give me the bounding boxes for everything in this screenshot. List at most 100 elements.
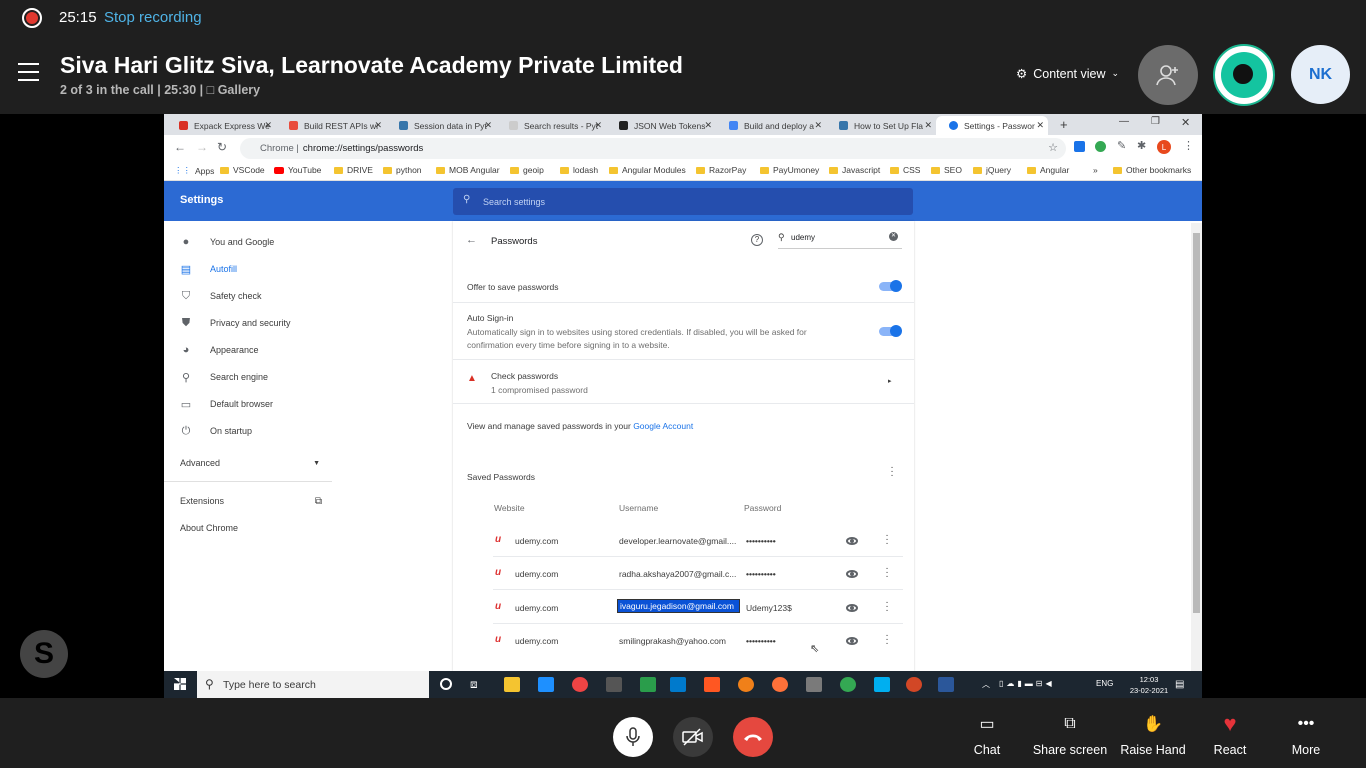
kebab-menu-icon[interactable]: · · ·	[885, 631, 889, 649]
bookmark-apps[interactable]: ⋮⋮ Apps	[174, 165, 214, 176]
close-icon[interactable]: ✕	[1036, 120, 1044, 131]
word-icon[interactable]	[938, 677, 954, 692]
eye-off-icon[interactable]	[846, 604, 858, 612]
browser-tab[interactable]: Build REST APIs wi ✕	[276, 116, 386, 135]
share-screen-button[interactable]: ⧉ Share screen	[1030, 712, 1110, 757]
browser-tab[interactable]: Expack Express We ✕	[166, 116, 276, 135]
close-icon[interactable]: ✕	[264, 120, 272, 131]
eye-icon[interactable]	[846, 537, 858, 545]
bookmark-item[interactable]: lodash	[560, 165, 598, 175]
back-icon[interactable]: ←	[174, 140, 186, 154]
forward-icon[interactable]: →	[196, 140, 208, 154]
menu-icon[interactable]	[18, 63, 39, 81]
kebab-menu-icon[interactable]: · · ·	[890, 463, 894, 481]
browser-tab[interactable]: Session data in Pyt ✕	[386, 116, 496, 135]
app-icon[interactable]	[806, 677, 822, 692]
app-icon[interactable]	[640, 677, 656, 692]
browser-tab[interactable]: Search results - Pyt ✕	[496, 116, 606, 135]
language-indicator[interactable]: ENG	[1096, 679, 1113, 688]
kebab-menu-icon[interactable]: · · ·	[885, 598, 889, 616]
help-icon[interactable]: ?	[751, 234, 763, 246]
sidebar-about-chrome[interactable]: About Chrome	[180, 523, 238, 533]
raise-hand-button[interactable]: ✋ Raise Hand	[1118, 712, 1188, 757]
add-participant-button[interactable]	[1138, 45, 1198, 105]
cortana-icon[interactable]	[440, 678, 452, 690]
eye-icon[interactable]	[846, 570, 858, 578]
close-icon[interactable]: ✕	[484, 120, 492, 131]
restore-icon[interactable]: ❐	[1151, 116, 1160, 127]
scrollbar[interactable]	[1191, 223, 1202, 671]
participant-avatar-nk[interactable]: NK	[1291, 45, 1350, 104]
star-icon[interactable]: ☆	[1048, 141, 1058, 154]
browser-tab-active[interactable]: Settings - Passwor ✕	[936, 116, 1048, 135]
close-icon[interactable]: ✕	[924, 120, 932, 131]
browser-tab[interactable]: Build and deploy a ✕	[716, 116, 826, 135]
video-toggle-button[interactable]	[673, 717, 713, 757]
sidebar-item-privacy[interactable]: ⛊ Privacy and security	[180, 317, 291, 329]
sidebar-item-autofill[interactable]: ▤ Autofill	[180, 263, 237, 276]
tray-overflow-icon[interactable]: ︿	[982, 679, 990, 690]
kebab-menu-icon[interactable]: ⋮	[1183, 139, 1194, 152]
bookmark-item[interactable]: Javascript	[829, 165, 880, 175]
profile-avatar[interactable]: L	[1157, 140, 1171, 154]
taskbar-search-input[interactable]: ⚲ Type here to search	[197, 671, 429, 698]
sidebar-item-you-and-google[interactable]: ● You and Google	[180, 236, 275, 248]
google-account-link[interactable]: Google Account	[633, 421, 693, 431]
gallery-label[interactable]: Gallery	[218, 83, 260, 97]
minimize-icon[interactable]: —	[1119, 116, 1129, 127]
close-icon[interactable]: ✕	[594, 120, 602, 131]
store-icon[interactable]	[538, 677, 554, 692]
powerpoint-icon[interactable]	[906, 677, 922, 692]
app-icon[interactable]	[738, 677, 754, 692]
url-bar[interactable]: Chrome | chrome://settings/passwords ☆	[240, 138, 1066, 159]
settings-search-input[interactable]: ⚲ Search settings	[453, 188, 913, 215]
extension-icon[interactable]	[1074, 141, 1085, 152]
browser-tab[interactable]: JSON Web Tokens ✕	[606, 116, 716, 135]
eye-icon[interactable]	[846, 637, 858, 645]
bookmark-item[interactable]: Angular	[1027, 165, 1069, 175]
bookmark-item[interactable]: Angular Modules	[609, 165, 686, 175]
chat-button[interactable]: ▭ Chat	[952, 712, 1022, 757]
bookmark-item[interactable]: SEO	[931, 165, 962, 175]
microphone-button[interactable]	[613, 717, 653, 757]
sidebar-item-appearance[interactable]: ◕ Appearance	[180, 344, 259, 356]
notifications-icon[interactable]: ▤	[1175, 679, 1184, 690]
sidebar-item-search-engine[interactable]: ⚲ Search engine	[180, 371, 268, 384]
kebab-menu-icon[interactable]: · · ·	[885, 531, 889, 549]
edit-icon[interactable]: ✎	[1117, 139, 1126, 152]
sidebar-item-safety-check[interactable]: ⛉ Safety check	[180, 290, 262, 302]
new-tab-icon[interactable]: +	[1060, 117, 1068, 132]
bookmark-item[interactable]: python	[383, 165, 422, 175]
extension-icon[interactable]	[1095, 141, 1106, 152]
row-username-selected[interactable]: ivaguru.jegadison@gmail.com	[617, 599, 740, 613]
offer-save-toggle[interactable]	[879, 280, 902, 292]
close-icon[interactable]: ✕	[704, 120, 712, 131]
bookmark-item[interactable]: YouTube	[274, 165, 321, 175]
bookmark-item[interactable]: VSCode	[220, 165, 265, 175]
sidebar-item-default-browser[interactable]: ▭ Default browser	[180, 398, 273, 411]
participant-avatar-logo[interactable]	[1213, 44, 1275, 106]
kebab-menu-icon[interactable]: · · ·	[885, 564, 889, 582]
auto-signin-toggle[interactable]	[879, 325, 902, 337]
bookmark-item[interactable]: RazorPay	[696, 165, 746, 175]
vscode-icon[interactable]	[670, 677, 686, 692]
bookmark-item[interactable]: jQuery	[973, 165, 1011, 175]
hang-up-button[interactable]	[733, 717, 773, 757]
bookmark-item[interactable]: PayUmoney	[760, 165, 819, 175]
system-tray-icons[interactable]: ▯☁▮▬⊟◀	[999, 679, 1069, 688]
reload-icon[interactable]: ↻	[217, 140, 227, 154]
bookmark-item[interactable]: CSS	[890, 165, 920, 175]
sidebar-extensions[interactable]: Extensions ⧉	[180, 496, 322, 507]
windows-start-icon[interactable]	[174, 678, 186, 690]
chrome-icon[interactable]	[840, 677, 856, 692]
content-view-dropdown[interactable]: ⚙ Content view ⌄	[1016, 66, 1119, 82]
firefox-icon[interactable]	[772, 677, 788, 692]
other-bookmarks[interactable]: Other bookmarks	[1113, 165, 1191, 175]
skype-icon[interactable]	[874, 677, 890, 692]
password-filter-input[interactable]: ⚲ udemy ✕	[778, 231, 902, 249]
sidebar-item-on-startup[interactable]: ⏻ On startup	[180, 425, 252, 437]
file-explorer-icon[interactable]	[504, 677, 520, 692]
app-icon[interactable]	[606, 677, 622, 692]
sidebar-advanced[interactable]: Advanced ▼	[180, 458, 320, 468]
task-view-icon[interactable]: ⧈	[470, 677, 478, 692]
